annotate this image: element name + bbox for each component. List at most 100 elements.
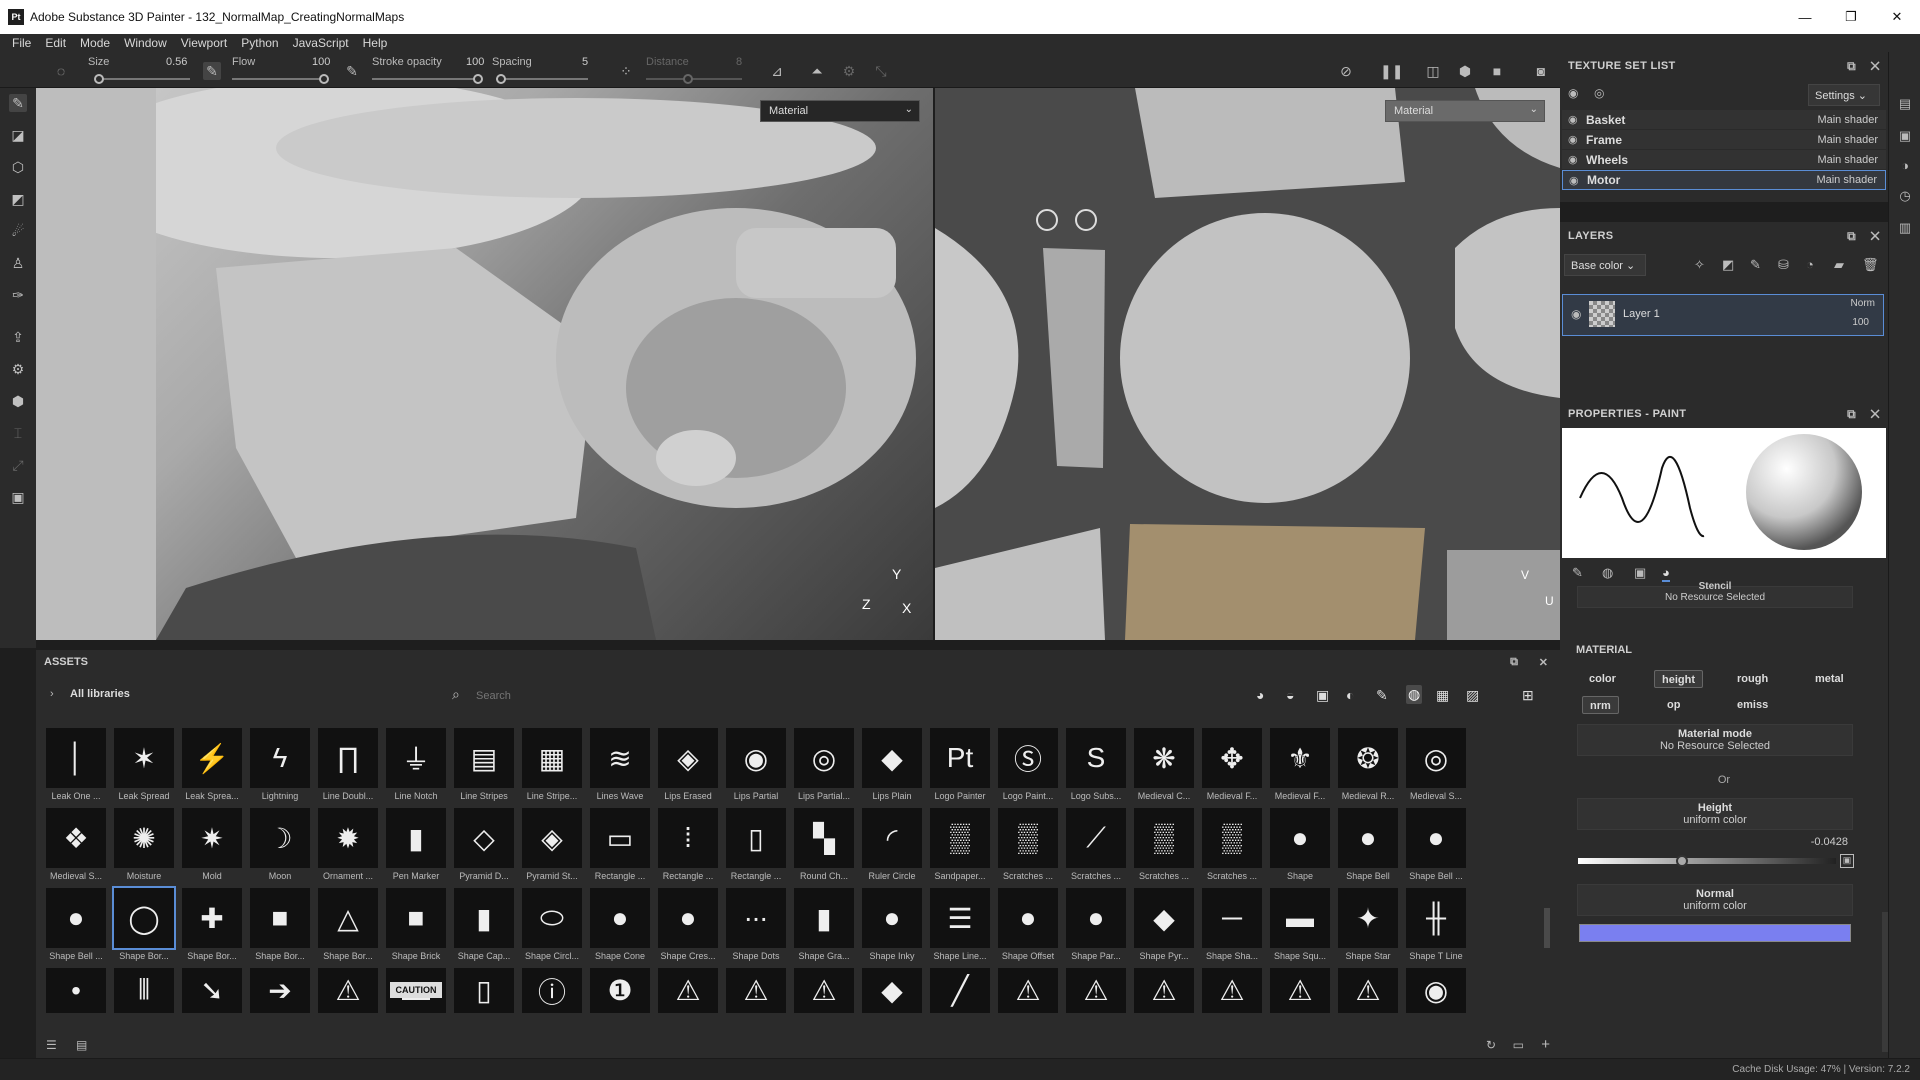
polygon-fill-icon[interactable]: ◩ <box>9 190 27 208</box>
texture-set-shader[interactable]: Main shader <box>1817 154 1878 166</box>
texture-set-row[interactable]: ◉ Basket Main shader <box>1562 110 1886 130</box>
panel-float-icon[interactable]: ⧉ <box>1510 656 1518 669</box>
panel-close-icon[interactable]: ✕ <box>1871 229 1880 243</box>
asset-item[interactable]: ☰ Shape Line... <box>928 888 992 966</box>
texture-set-settings-icon[interactable]: ▤ <box>1897 96 1913 112</box>
asset-item[interactable]: ✦ Shape Star <box>1336 888 1400 966</box>
asset-item[interactable]: ▮ Pen Marker <box>384 808 448 886</box>
asset-item[interactable]: ● Shape Par... <box>1064 888 1128 966</box>
layer-name[interactable]: Layer 1 <box>1623 308 1660 320</box>
size-slider[interactable] <box>96 78 190 80</box>
asset-item[interactable]: • <box>44 968 108 1033</box>
asset-item[interactable]: ▒ Scratches ... <box>1132 808 1196 886</box>
spacing-slider-knob[interactable] <box>496 74 506 84</box>
asset-item[interactable]: ▚ Round Ch... <box>792 808 856 886</box>
menu-python[interactable]: Python <box>241 36 278 50</box>
asset-item[interactable]: ▮ Shape Cap... <box>452 888 516 966</box>
menu-help[interactable]: Help <box>363 36 388 50</box>
eye-icon[interactable]: ◉ <box>1568 113 1582 126</box>
texture-set-row[interactable]: ◉ Frame Main shader <box>1562 130 1886 150</box>
asset-item[interactable]: ■ Shape Brick <box>384 888 448 966</box>
color-picker-icon[interactable]: ✑ <box>9 286 27 304</box>
bake-mesh-icon[interactable]: ▣ <box>9 488 27 506</box>
asset-item[interactable]: ▒ Sandpaper... <box>928 808 992 886</box>
asset-item[interactable]: ❖ Medieval S... <box>44 808 108 886</box>
flow-slider-knob[interactable] <box>319 74 329 84</box>
asset-item[interactable]: ⏚ Line Notch <box>384 728 448 806</box>
settings-icon[interactable]: ⚙ <box>9 360 27 378</box>
channel-dropdown[interactable]: Base color ⌄ <box>1564 254 1646 276</box>
channel-nrm-toggle[interactable]: nrm <box>1582 696 1619 714</box>
asset-item[interactable]: ⬭ Shape Circl... <box>520 888 584 966</box>
asset-item[interactable]: ▬ Shape Squ... <box>1268 888 1332 966</box>
filter-filters-icon[interactable]: ◐ <box>1346 687 1354 703</box>
asset-item[interactable]: △ Shape Bor... <box>316 888 380 966</box>
layer-opacity[interactable]: 100 <box>1852 317 1869 328</box>
channel-color-toggle[interactable]: color <box>1582 670 1623 688</box>
export-icon[interactable]: ⬢ <box>9 392 27 410</box>
channel-rough-toggle[interactable]: rough <box>1730 670 1775 688</box>
asset-item[interactable]: ∙∙∙ Shape Dots <box>724 888 788 966</box>
stencil-tab-icon[interactable]: ▣ <box>1634 565 1646 581</box>
size-slider-knob[interactable] <box>94 74 104 84</box>
filter-masks-icon[interactable]: ▣ <box>1316 687 1329 704</box>
asset-item[interactable]: ⚠ <box>1064 968 1128 1033</box>
asset-item[interactable]: ☽ Moon <box>248 808 312 886</box>
viewport-3d[interactable]: Material ⌄ Y Z X <box>36 88 933 640</box>
layer-row[interactable]: ◉ Layer 1 Norm 100 <box>1562 294 1884 336</box>
asset-item[interactable]: ● Shape Bell <box>1336 808 1400 886</box>
asset-item[interactable]: ■ Shape Bor... <box>248 888 312 966</box>
material-mode-field[interactable]: Material mode No Resource Selected <box>1577 724 1853 756</box>
restore-icon[interactable]: ❐ <box>1828 0 1874 34</box>
asset-item[interactable]: ✺ Moisture <box>112 808 176 886</box>
flow-value[interactable]: 100 <box>312 56 330 68</box>
add-paint-layer-icon[interactable]: ✎ <box>1750 257 1761 273</box>
solo-icon[interactable]: ◎ <box>1594 86 1604 100</box>
asset-item[interactable]: ╱ <box>928 968 992 1033</box>
asset-item[interactable]: ● Shape Cone <box>588 888 652 966</box>
brush-shape-icon[interactable]: ◌ <box>52 62 70 80</box>
clone-icon[interactable]: ♙ <box>9 254 27 272</box>
chevron-right-icon[interactable]: › <box>50 688 54 700</box>
asset-item[interactable]: ⚠ <box>1132 968 1196 1033</box>
asset-item[interactable]: ▬CAUTION <box>384 968 448 1033</box>
list-view-icon[interactable]: ☰ <box>46 1038 57 1052</box>
texture-set-shader[interactable]: Main shader <box>1816 174 1877 186</box>
asset-item[interactable]: ◈ Pyramid St... <box>520 808 584 886</box>
asset-item[interactable]: ⚡ Leak Sprea... <box>180 728 244 806</box>
open-folder-icon[interactable]: ▭ <box>1513 1038 1524 1052</box>
panel-close-icon[interactable]: ✕ <box>1871 59 1880 73</box>
symmetry-icon[interactable]: ⏶ <box>808 62 826 80</box>
alignment-icon[interactable]: ⊿ <box>768 62 786 80</box>
stroke-opacity-slider-knob[interactable] <box>473 74 483 84</box>
display-mode-icon[interactable]: ⬢ <box>1456 62 1474 80</box>
material-tab-icon[interactable]: ◕ <box>1662 565 1670 582</box>
spacing-value[interactable]: 5 <box>582 56 588 68</box>
asset-item[interactable]: ◆ Shape Pyr... <box>1132 888 1196 966</box>
panel-close-icon[interactable]: ✕ <box>1539 656 1548 669</box>
asset-item[interactable]: ▒ Scratches ... <box>1200 808 1264 886</box>
asset-item[interactable]: ❶ <box>588 968 652 1033</box>
flow-slider[interactable] <box>232 78 324 80</box>
asset-item[interactable]: ● Shape Inky <box>860 888 924 966</box>
asset-item[interactable]: ⓘ <box>520 968 584 1033</box>
settings-dropdown[interactable]: Settings ⌄ <box>1808 84 1880 106</box>
eye-icon[interactable]: ◉ <box>1568 153 1582 166</box>
height-slider[interactable] <box>1578 858 1836 864</box>
asset-item[interactable]: ▦ Line Stripe... <box>520 728 584 806</box>
asset-item[interactable]: ⚠ <box>1200 968 1264 1033</box>
filter-brushes-icon[interactable]: ✎ <box>1376 687 1388 704</box>
asset-item[interactable]: ● Shape Bell ... <box>1404 808 1468 886</box>
menu-viewport[interactable]: Viewport <box>181 36 227 50</box>
asset-item[interactable]: ◈ Lips Erased <box>656 728 720 806</box>
smudge-icon[interactable]: ☄ <box>9 222 27 240</box>
screenshot-icon[interactable]: ◙ <box>1532 62 1550 80</box>
eye-icon[interactable]: ◉ <box>1568 133 1582 146</box>
height-value[interactable]: -0.0428 <box>1811 836 1848 848</box>
asset-item[interactable]: ─ Shape Sha... <box>1200 888 1264 966</box>
asset-item[interactable]: ⦀ <box>112 968 176 1033</box>
asset-item[interactable]: ● Shape Bell ... <box>44 888 108 966</box>
asset-item[interactable]: ❋ Medieval C... <box>1132 728 1196 806</box>
texture-set-shader[interactable]: Main shader <box>1817 134 1878 146</box>
asset-item[interactable]: ▯ Rectangle ... <box>724 808 788 886</box>
